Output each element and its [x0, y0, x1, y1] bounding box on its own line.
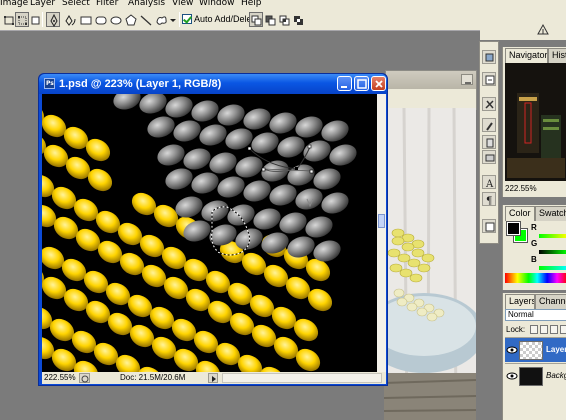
color-panel: Color Swatche R G B: [502, 205, 566, 290]
tab-swatches[interactable]: Swatche: [535, 206, 566, 221]
close-button[interactable]: [371, 76, 386, 91]
paragraph-icon[interactable]: ¶: [482, 192, 496, 207]
layer-row-layer-1[interactable]: Layer 1: [505, 337, 566, 362]
channel-r-label: R: [531, 223, 537, 232]
svg-text:¶: ¶: [486, 196, 492, 207]
document-titlebar[interactable]: Ps 1.psd @ 223% (Layer 1, RGB/8): [39, 74, 387, 94]
line-icon[interactable]: [138, 12, 152, 27]
navigator-zoom[interactable]: 222.55%: [505, 184, 537, 194]
svg-text:A: A: [485, 179, 494, 190]
photoshop-doc-icon: Ps: [44, 78, 55, 89]
lock-label: Lock:: [506, 325, 526, 334]
menu-image[interactable]: Image: [0, 0, 28, 9]
lock-transparent-icon[interactable]: [530, 325, 538, 334]
tab-color[interactable]: Color: [505, 206, 535, 221]
eye-icon[interactable]: [506, 370, 518, 382]
polygon-icon[interactable]: [123, 12, 137, 27]
palette-well: A ¶: [479, 41, 499, 244]
ellipse-icon[interactable]: [108, 12, 122, 27]
maximize-button[interactable]: [354, 76, 369, 91]
custom-shape-icon[interactable]: [153, 12, 168, 27]
inactive-titlebar[interactable]: [386, 71, 476, 89]
tab-layers[interactable]: Layers: [505, 294, 535, 309]
tab-channels[interactable]: Channe: [535, 294, 566, 309]
status-menu-icon[interactable]: [79, 373, 90, 383]
layer-name: Backgr: [546, 371, 566, 380]
layer-thumbnail: [519, 367, 543, 386]
horizontal-scrollbar[interactable]: [222, 373, 382, 383]
add-to-path-icon[interactable]: [249, 12, 263, 27]
shape-layers-icon[interactable]: [1, 12, 16, 27]
vertical-scrollbar[interactable]: [377, 94, 386, 372]
zoom-level[interactable]: 222.55%: [44, 373, 76, 383]
layers-panel: Layers Channe Normal Lock: Layer 1 Backg…: [502, 293, 566, 420]
auto-add-delete-checkbox[interactable]: [182, 14, 192, 24]
tab-navigator[interactable]: Navigator: [505, 48, 548, 63]
rounded-rectangle-icon[interactable]: [93, 12, 107, 27]
pen-icon[interactable]: [46, 12, 60, 27]
info-icon[interactable]: [482, 219, 496, 233]
options-bar: Auto Add/Delete: [0, 9, 566, 40]
blend-mode-select[interactable]: Normal: [505, 309, 566, 321]
tab-history[interactable]: Hist: [548, 48, 566, 63]
menu-analysis[interactable]: Analysis: [128, 0, 165, 9]
intersect-path-icon[interactable]: [277, 12, 291, 27]
menu-layer[interactable]: Layer: [30, 0, 55, 9]
lock-image-icon[interactable]: [540, 325, 548, 334]
scroll-thumb[interactable]: [378, 214, 385, 228]
separator: [179, 12, 180, 27]
paths-icon[interactable]: [15, 12, 29, 27]
clone-source-icon[interactable]: [482, 135, 496, 149]
rectangle-icon[interactable]: [78, 12, 92, 27]
document-window[interactable]: Ps 1.psd @ 223% (Layer 1, RGB/8) 222.55%…: [38, 73, 388, 386]
document-title: 1.psd @ 223% (Layer 1, RGB/8): [59, 78, 222, 90]
actions-icon[interactable]: [482, 150, 496, 164]
blue-slider[interactable]: [539, 266, 566, 270]
document-canvas[interactable]: [42, 94, 377, 372]
channel-g-label: G: [531, 239, 538, 248]
brushes-icon[interactable]: [482, 118, 496, 132]
document-status-bar: 222.55% Doc: 21.5M/20.6M: [42, 372, 386, 384]
exclude-overlap-icon[interactable]: [291, 12, 305, 27]
subtract-from-path-icon[interactable]: [263, 12, 277, 27]
character-icon[interactable]: A: [482, 175, 496, 190]
separator: [42, 12, 43, 27]
menu-help[interactable]: Help: [241, 0, 262, 9]
menu-select[interactable]: Select: [62, 0, 90, 9]
lock-position-icon[interactable]: [550, 325, 558, 334]
document-size: Doc: 21.5M/20.6M: [120, 373, 186, 382]
navigator-panel: Navigator Hist 222.55%: [502, 47, 566, 197]
layer-comp-icon[interactable]: [482, 50, 496, 64]
foreground-color-swatch[interactable]: [506, 221, 521, 236]
lock-all-icon[interactable]: [560, 325, 566, 334]
layer-thumbnail: [519, 341, 543, 360]
fill-pixels-icon[interactable]: [29, 12, 41, 27]
red-slider[interactable]: [539, 234, 566, 238]
layer-row-background[interactable]: Backgr: [505, 363, 566, 388]
channel-b-label: B: [531, 255, 537, 264]
navigator-thumbnail[interactable]: [505, 63, 566, 181]
freeform-pen-icon[interactable]: [62, 12, 76, 27]
layer-name: Layer 1: [546, 345, 566, 354]
inactive-document-window[interactable]: [385, 70, 477, 110]
menu-view[interactable]: View: [172, 0, 193, 9]
green-slider[interactable]: [539, 250, 566, 254]
color-spectrum[interactable]: [505, 273, 566, 283]
minimize-button[interactable]: [461, 74, 473, 85]
menu-window[interactable]: Window: [199, 0, 235, 9]
background-photo: [384, 108, 476, 420]
eye-icon[interactable]: [506, 344, 518, 356]
status-arrow-icon[interactable]: [208, 373, 218, 383]
menu-filter[interactable]: Filter: [96, 0, 118, 9]
workspace-icon[interactable]: [535, 21, 549, 36]
history-icon[interactable]: [482, 72, 496, 86]
dropdown-arrow-icon[interactable]: [168, 12, 177, 27]
menu-bar: Image Layer Select Filter Analysis View …: [0, 0, 566, 9]
tool-presets-icon[interactable]: [482, 97, 496, 111]
options-bar-right: [480, 18, 566, 40]
minimize-button[interactable]: [337, 76, 352, 91]
